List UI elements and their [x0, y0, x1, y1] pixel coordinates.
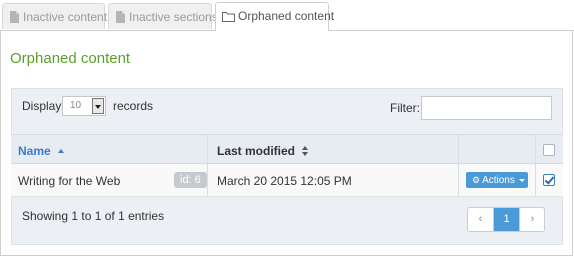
records-per-page-select[interactable]: 10 — [62, 96, 106, 116]
row-select-checkbox[interactable] — [543, 174, 555, 186]
sort-both-icon — [302, 146, 309, 156]
column-header-label: Name — [18, 144, 51, 158]
pagination-next[interactable]: › — [519, 208, 545, 231]
table-info: Showing 1 to 1 of 1 entries — [22, 209, 165, 223]
folder-icon — [222, 5, 235, 22]
column-divider — [535, 134, 536, 197]
filter-label: Filter: — [390, 101, 420, 115]
tab-label: Inactive sections — [129, 10, 218, 24]
chevron-down-icon[interactable] — [92, 98, 104, 114]
document-icon — [9, 6, 20, 23]
pagination-previous[interactable]: ‹ — [468, 208, 494, 231]
tab-bar: Inactive content Inactive sections Orpha… — [0, 0, 574, 31]
actions-label: Actions — [482, 175, 515, 186]
select-all-checkbox[interactable] — [543, 144, 555, 156]
page-title: Orphaned content — [10, 50, 131, 67]
column-header-last-modified[interactable]: Last modified — [217, 144, 309, 158]
tab-inactive-content[interactable]: Inactive content — [2, 3, 108, 29]
column-header-label: Last modified — [217, 144, 296, 158]
column-divider — [207, 134, 208, 197]
pagination: ‹ 1 › — [467, 207, 545, 232]
column-header-name[interactable]: Name — [18, 144, 64, 158]
column-divider — [458, 134, 459, 197]
tab-inactive-sections[interactable]: Inactive sections — [108, 3, 218, 29]
last-modified-value: March 20 2015 12:05 PM — [217, 174, 352, 188]
sort-ascending-icon — [57, 149, 64, 153]
records-label: records — [113, 99, 154, 113]
actions-dropdown-button[interactable]: ⚙ Actions — [466, 172, 528, 188]
records-per-page-value: 10 — [70, 100, 82, 111]
gear-icon: ⚙ — [472, 175, 481, 185]
pagination-page-current[interactable]: 1 — [494, 208, 519, 231]
tab-label: Orphaned content — [238, 9, 335, 23]
id-badge: id: 6 — [174, 172, 207, 188]
caret-down-icon — [518, 179, 525, 182]
tab-orphaned-content[interactable]: Orphaned content — [215, 2, 334, 31]
filter-input[interactable] — [421, 96, 552, 120]
tab-label: Inactive content — [23, 10, 108, 24]
table-header-row: Name Last modified — [11, 134, 563, 164]
document-icon — [115, 6, 126, 23]
display-label: Display — [22, 99, 62, 113]
content-name: Writing for the Web — [18, 174, 121, 188]
table-row: Writing for the Web id: 6 March 20 2015 … — [11, 164, 563, 197]
